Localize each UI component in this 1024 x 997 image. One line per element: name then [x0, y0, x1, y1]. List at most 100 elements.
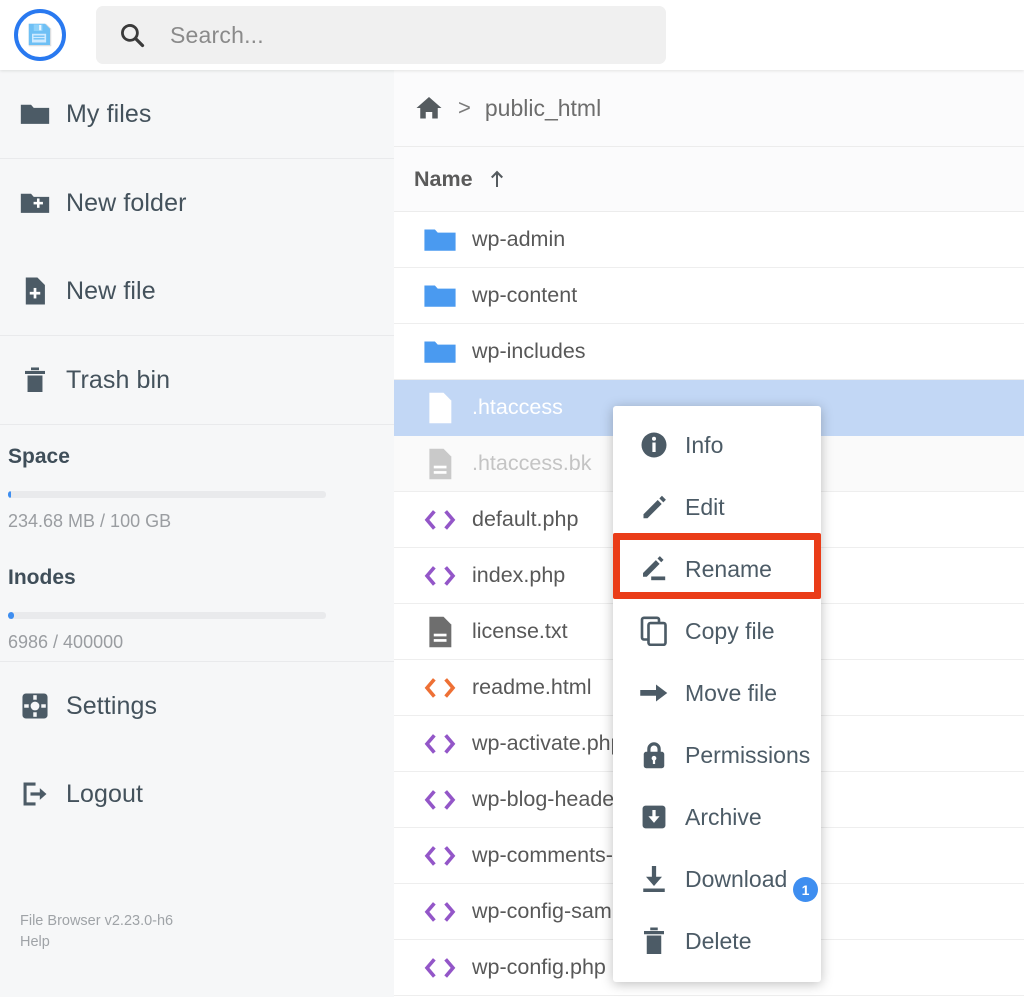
- sidebar-group-actions: Settings Logout: [0, 662, 394, 838]
- copy-icon: [633, 616, 675, 646]
- menu-item-label: Move file: [685, 680, 777, 707]
- app-version: File Browser v2.23.0-h6: [20, 913, 173, 929]
- menu-item-info[interactable]: Info: [613, 414, 821, 476]
- menu-item-label: Permissions: [685, 742, 810, 769]
- code-icon: [408, 899, 472, 925]
- floppy-save-icon[interactable]: [14, 9, 66, 61]
- sidebar-item-label: Logout: [66, 780, 143, 809]
- sidebar-item-my-files[interactable]: My files: [0, 70, 394, 158]
- trash-icon: [8, 364, 62, 396]
- floppy-save-glyph: [25, 20, 55, 50]
- breadcrumb-path[interactable]: public_html: [485, 95, 601, 122]
- sidebar-group-create: New folder New file: [0, 159, 394, 336]
- code-icon: [408, 507, 472, 533]
- sidebar-item-settings[interactable]: Settings: [0, 662, 394, 750]
- sidebar-item-label: New file: [66, 277, 156, 306]
- code-icon: [408, 843, 472, 869]
- space-progress-bar: [8, 491, 326, 498]
- code-icon: [408, 955, 472, 981]
- sidebar-footer: File Browser v2.23.0-h6 Help: [0, 911, 394, 997]
- file-name: wp-content: [472, 283, 577, 308]
- search-input[interactable]: Search...: [96, 6, 666, 64]
- sidebar-group-trash: Trash bin: [0, 336, 394, 425]
- document-icon: [408, 615, 472, 649]
- file-name: index.php: [472, 563, 565, 588]
- menu-item-label: Edit: [685, 494, 725, 521]
- menu-item-rename[interactable]: Rename: [613, 538, 821, 600]
- file-name: wp-includes: [472, 339, 586, 364]
- info-icon: [633, 430, 675, 460]
- sidebar-item-label: New folder: [66, 189, 187, 218]
- arrow-up-icon[interactable]: [485, 167, 509, 191]
- trash-icon: [633, 926, 675, 956]
- arrow-right-icon: [633, 680, 675, 706]
- menu-item-label: Delete: [685, 928, 751, 955]
- column-header-name[interactable]: Name: [414, 167, 473, 192]
- menu-item-label: Info: [685, 432, 723, 459]
- menu-item-edit[interactable]: Edit: [613, 476, 821, 538]
- pencil-icon: [633, 493, 675, 521]
- breadcrumb-separator: >: [458, 95, 471, 121]
- table-row[interactable]: wp-admin: [394, 212, 1024, 268]
- search-placeholder: Search...: [170, 22, 264, 49]
- code-icon: [408, 563, 472, 589]
- sidebar-item-label: My files: [66, 100, 152, 129]
- home-icon[interactable]: [414, 93, 444, 123]
- help-link[interactable]: Help: [20, 932, 394, 953]
- sidebar-item-new-folder[interactable]: New folder: [0, 159, 394, 247]
- archive-icon: [633, 803, 675, 831]
- code-icon: [408, 731, 472, 757]
- menu-item-label: Rename: [685, 556, 772, 583]
- sidebar-item-label: Trash bin: [66, 366, 170, 395]
- rename-pencil-icon: [633, 555, 675, 583]
- inodes-value: 6986 / 400000: [8, 632, 384, 653]
- sidebar-item-logout[interactable]: Logout: [0, 750, 394, 838]
- space-title: Space: [8, 445, 384, 469]
- file-name: .htaccess: [472, 395, 563, 420]
- folder-icon: [408, 339, 472, 365]
- inodes-title: Inodes: [8, 566, 384, 590]
- context-menu: Info Edit Rename Copy file Move file Permissi…: [613, 406, 821, 982]
- menu-item-delete[interactable]: Delete: [613, 910, 821, 972]
- menu-item-archive[interactable]: Archive: [613, 786, 821, 848]
- menu-item-label: Copy file: [685, 618, 774, 645]
- file-name: wp-activate.php: [472, 731, 623, 756]
- document-icon: [408, 447, 472, 481]
- app-body: My files New folder: [0, 70, 1024, 997]
- menu-item-permissions[interactable]: Permissions: [613, 724, 821, 786]
- inodes-progress-bar: [8, 612, 326, 619]
- folder-icon: [408, 227, 472, 253]
- menu-item-label: Download: [685, 866, 787, 893]
- table-row[interactable]: wp-content: [394, 268, 1024, 324]
- app-header: Search...: [0, 0, 1024, 70]
- folder-plus-icon: [8, 186, 62, 220]
- folder-icon: [408, 283, 472, 309]
- gear-icon: [8, 690, 62, 722]
- menu-item-copy-file[interactable]: Copy file: [613, 600, 821, 662]
- file-name: wp-config.php: [472, 955, 606, 980]
- file-plus-icon: [8, 274, 62, 308]
- code-icon: [408, 675, 472, 701]
- lock-icon: [633, 740, 675, 770]
- breadcrumb: > public_html: [394, 70, 1024, 146]
- file-name: wp-admin: [472, 227, 565, 252]
- sidebar-item-label: Settings: [66, 692, 157, 721]
- file-name: license.txt: [472, 619, 568, 644]
- menu-item-label: Archive: [685, 804, 762, 831]
- document-icon: [408, 391, 472, 425]
- file-name: default.php: [472, 507, 578, 532]
- code-icon: [408, 787, 472, 813]
- sidebar-item-trash-bin[interactable]: Trash bin: [0, 336, 394, 424]
- sidebar-item-new-file[interactable]: New file: [0, 247, 394, 335]
- file-browser-app: Search... My files: [0, 0, 1024, 997]
- space-value: 234.68 MB / 100 GB: [8, 511, 384, 532]
- list-header: Name: [394, 146, 1024, 212]
- file-name: readme.html: [472, 675, 592, 700]
- search-icon: [118, 21, 146, 49]
- menu-item-move-file[interactable]: Move file: [613, 662, 821, 724]
- sidebar: My files New folder: [0, 70, 394, 997]
- sidebar-group-myfiles: My files: [0, 70, 394, 159]
- table-row[interactable]: wp-includes: [394, 324, 1024, 380]
- menu-item-download[interactable]: Download: [613, 848, 821, 910]
- folder-icon: [8, 97, 62, 131]
